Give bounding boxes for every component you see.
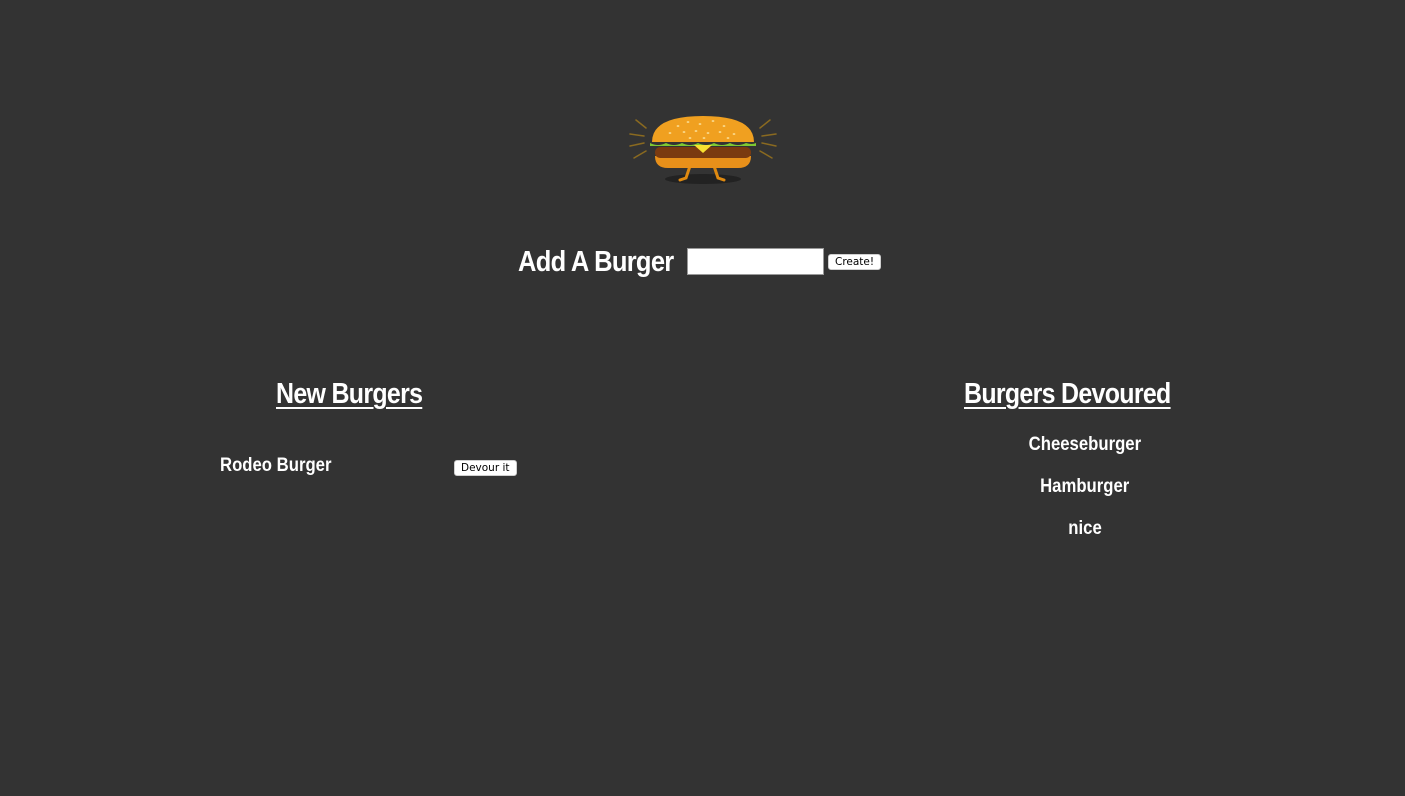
devour-button[interactable]: Devour it (454, 460, 517, 476)
add-burger-title: Add A Burger (518, 245, 674, 278)
devoured-burger-name: Cheeseburger (1028, 434, 1142, 455)
list-item: Cheeseburger (985, 434, 1185, 476)
add-burger-form: Add A Burger Create! (518, 243, 882, 279)
list-item: nice (985, 518, 1185, 560)
burgers-devoured-heading: Burgers Devoured (964, 378, 1171, 410)
devoured-burger-name: Hamburger (1040, 476, 1130, 497)
burger-name-input[interactable] (687, 247, 824, 275)
page: Add A Burger Create! New Burgers Rodeo B… (0, 0, 1405, 796)
create-button[interactable]: Create! (828, 254, 882, 270)
devoured-burger-name: nice (1068, 518, 1102, 539)
burger-name: Rodeo Burger (220, 455, 332, 476)
list-item: Rodeo Burger Devour it (220, 455, 520, 479)
list-item: Hamburger (985, 476, 1185, 518)
burger-logo-icon (628, 110, 778, 190)
new-burgers-heading: New Burgers (276, 378, 423, 410)
devoured-list: Cheeseburger Hamburger nice (985, 434, 1185, 560)
